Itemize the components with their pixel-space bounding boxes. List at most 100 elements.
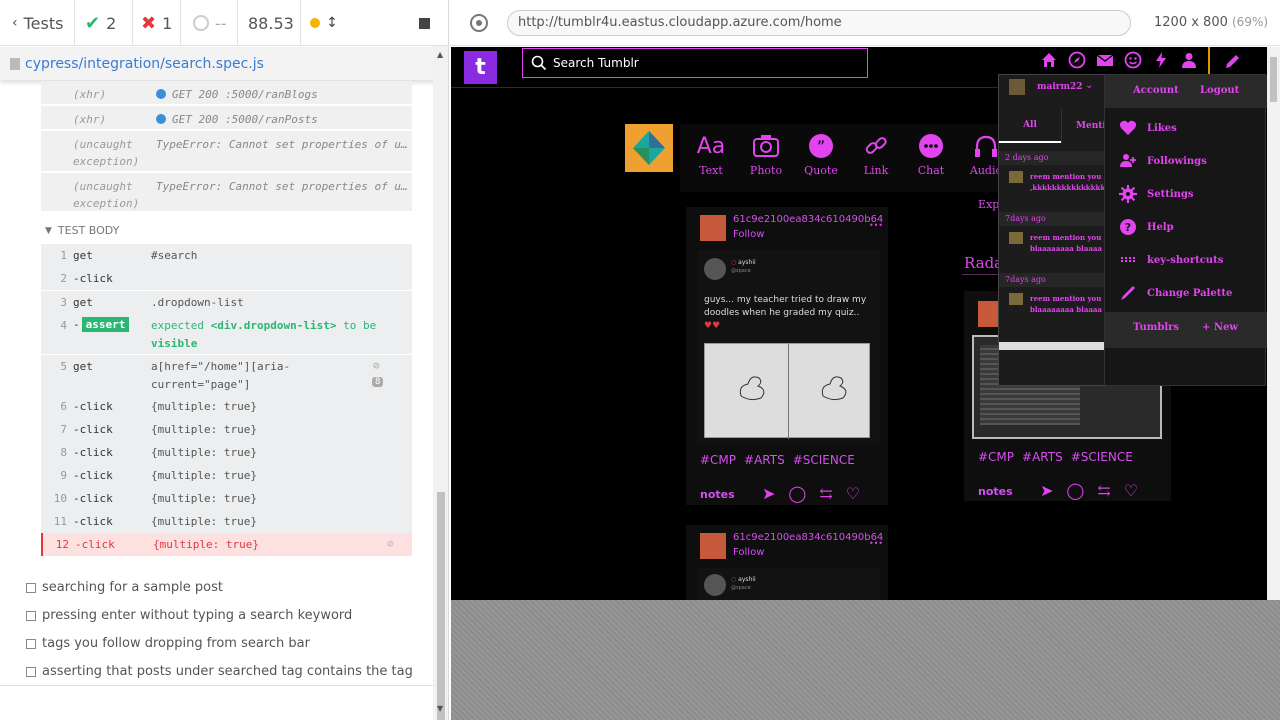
post-author-avatar[interactable] — [700, 533, 726, 559]
scroll-down-icon[interactable]: ▼ — [437, 704, 443, 713]
post-tag[interactable]: #ARTS — [1022, 450, 1063, 464]
menu-settings[interactable]: Settings — [1119, 185, 1194, 203]
more-options-icon[interactable]: ⋯ — [869, 217, 883, 233]
post-type-chat[interactable]: Chat — [905, 134, 957, 177]
command-arg: {multiple: true} — [151, 469, 257, 482]
lightning-icon[interactable] — [1152, 51, 1170, 69]
log-row[interactable]: (uncaught exception) TypeError: Cannot s… — [41, 173, 412, 212]
scroll-up-icon[interactable]: ▲ — [437, 50, 443, 59]
reblog-icon[interactable]: ⇆ — [819, 484, 832, 503]
mail-icon[interactable] — [1096, 51, 1114, 69]
activity-item[interactable]: reem mention you blaaaaaaaa blaaaa — [999, 287, 1105, 331]
post-tag[interactable]: #ARTS — [744, 453, 785, 467]
app-scrollbar[interactable] — [1267, 47, 1280, 600]
create-post-button[interactable] — [1208, 47, 1256, 75]
comment-icon[interactable]: ◯ — [1066, 481, 1084, 500]
post-type-text[interactable]: Aa Text — [685, 134, 737, 177]
post-type-quote[interactable]: ” Quote — [795, 134, 847, 177]
spec-path-bar[interactable]: cypress/integration/search.spec.js — [0, 47, 448, 81]
test-body-header[interactable]: ▼ TEST BODY — [45, 224, 119, 237]
command-row[interactable]: 2 -click — [41, 267, 412, 290]
menu-help[interactable]: ? Help — [1119, 218, 1174, 236]
log-row[interactable]: (xhr) GET 200 :5000/ranBlogs — [41, 81, 412, 105]
post-author-name[interactable]: 61c9e2100ea834c610490b64 — [733, 214, 883, 225]
follow-button[interactable]: Follow — [733, 547, 764, 558]
selector-playground-icon[interactable] — [470, 14, 488, 32]
command-row[interactable]: 7 -click {multiple: true} — [41, 418, 412, 441]
new-tumblr-button[interactable]: + New — [1202, 322, 1238, 333]
post-tag[interactable]: #CMP — [700, 453, 736, 467]
activity-item[interactable]: reem mention you blaaaaaaaa blaaaa — [999, 226, 1105, 270]
status-dot-icon — [310, 18, 321, 28]
activity-scrollbar[interactable] — [999, 342, 1105, 350]
post-author-avatar[interactable] — [978, 301, 998, 327]
user-avatar[interactable] — [625, 124, 673, 172]
home-icon[interactable] — [1040, 51, 1058, 69]
pending-count[interactable]: -- — [181, 0, 238, 46]
heart-icon[interactable]: ♡ — [1124, 481, 1138, 500]
menu-followings[interactable]: Followings — [1119, 152, 1207, 170]
command-row[interactable]: 9 -click {multiple: true} — [41, 464, 412, 487]
heart-filled-icon — [1119, 120, 1137, 135]
post-type-photo[interactable]: Photo — [740, 134, 792, 177]
tests-button[interactable]: ‹ Tests — [0, 0, 75, 46]
post-type-audio[interactable]: Audio — [960, 134, 1000, 177]
post-image[interactable] — [704, 343, 870, 439]
notes-link[interactable]: notes — [978, 485, 1013, 498]
tab-mentions[interactable]: Menti — [1061, 109, 1105, 143]
menu-key-shortcuts[interactable]: key-shortcuts — [1119, 251, 1223, 269]
logout-button[interactable]: Logout — [1200, 85, 1239, 96]
test-item[interactable]: tags you follow dropping from search bar — [26, 636, 310, 651]
log-row[interactable]: (uncaught exception) TypeError: Cannot s… — [41, 131, 412, 172]
post-tag[interactable]: #SCIENCE — [793, 453, 855, 467]
account-link[interactable]: Account — [1133, 85, 1179, 96]
tumblrs-label[interactable]: Tumblrs — [1133, 322, 1179, 333]
command-row[interactable]: 1 get #search — [41, 244, 412, 267]
test-item[interactable]: searching for a sample post — [26, 580, 223, 595]
post-tag[interactable]: #CMP — [978, 450, 1014, 464]
share-icon[interactable]: ➤ — [762, 484, 775, 503]
post-type-link[interactable]: Link — [850, 134, 902, 177]
menu-change-palette[interactable]: Change Palette — [1119, 284, 1232, 302]
failed-command-row[interactable]: 12 -click {multiple: true} ⊘ — [41, 533, 412, 556]
tab-all[interactable]: All — [999, 109, 1061, 143]
post-author-avatar[interactable] — [700, 215, 726, 241]
command-row[interactable]: 10 -click {multiple: true} — [41, 487, 412, 510]
explore-compass-icon[interactable] — [1068, 51, 1086, 69]
command-row[interactable]: 5 get a[href="/home"][aria-current="page… — [41, 355, 412, 395]
url-field[interactable]: http://tumblr4u.eastus.cloudapp.azure.co… — [507, 10, 1131, 36]
comment-icon[interactable]: ◯ — [788, 484, 806, 503]
app-scrollbar-thumb[interactable] — [1270, 57, 1277, 102]
more-options-icon[interactable]: ⋯ — [869, 535, 883, 551]
command-row[interactable]: 6 -click {multiple: true} — [41, 395, 412, 418]
command-row[interactable]: 8 -click {multiple: true} — [41, 441, 412, 464]
test-item[interactable]: pressing enter without typing a search k… — [26, 608, 352, 623]
notes-link[interactable]: notes — [700, 488, 735, 501]
running-indicator[interactable]: ↕ — [301, 0, 347, 46]
log-row[interactable]: (xhr) GET 200 :5000/ranPosts — [41, 106, 412, 130]
post-author-name[interactable]: 61c9e2100ea834c610490b64 — [733, 532, 883, 543]
post-tag[interactable]: #SCIENCE — [1071, 450, 1133, 464]
scrollbar-thumb[interactable] — [437, 492, 445, 720]
menu-likes[interactable]: Likes — [1119, 119, 1177, 137]
stop-button[interactable] — [347, 0, 448, 46]
command-row[interactable]: 3 get .dropdown-list — [41, 291, 412, 314]
user-icon[interactable] — [1180, 51, 1198, 69]
explore-link[interactable]: Exp — [978, 198, 999, 211]
test-item[interactable]: asserting that posts under searched tag … — [26, 664, 413, 679]
share-icon[interactable]: ➤ — [1040, 481, 1053, 500]
activity-username[interactable]: mairm22 — [1037, 82, 1083, 92]
chevron-down-icon[interactable]: ⌄ — [1085, 80, 1093, 91]
app-logo[interactable]: t — [464, 51, 497, 84]
smiley-icon[interactable] — [1124, 51, 1142, 69]
reporter-scrollbar[interactable]: ▲ ▼ — [433, 46, 448, 720]
heart-icon[interactable]: ♡ — [846, 484, 860, 503]
command-row[interactable]: 11 -click {multiple: true} — [41, 510, 412, 533]
assert-row[interactable]: 4 - assert expected <div.dropdown-list> t… — [41, 314, 412, 354]
passed-count[interactable]: ✔ 2 — [75, 0, 133, 46]
activity-item[interactable]: reem mention you ,kkkkkkkkkkkkkkk — [999, 165, 1105, 209]
reblog-icon[interactable]: ⇆ — [1097, 481, 1110, 500]
follow-button[interactable]: Follow — [733, 229, 764, 240]
failed-count[interactable]: ✖ 1 — [133, 0, 181, 46]
search-input[interactable]: Search Tumblr — [522, 48, 868, 78]
